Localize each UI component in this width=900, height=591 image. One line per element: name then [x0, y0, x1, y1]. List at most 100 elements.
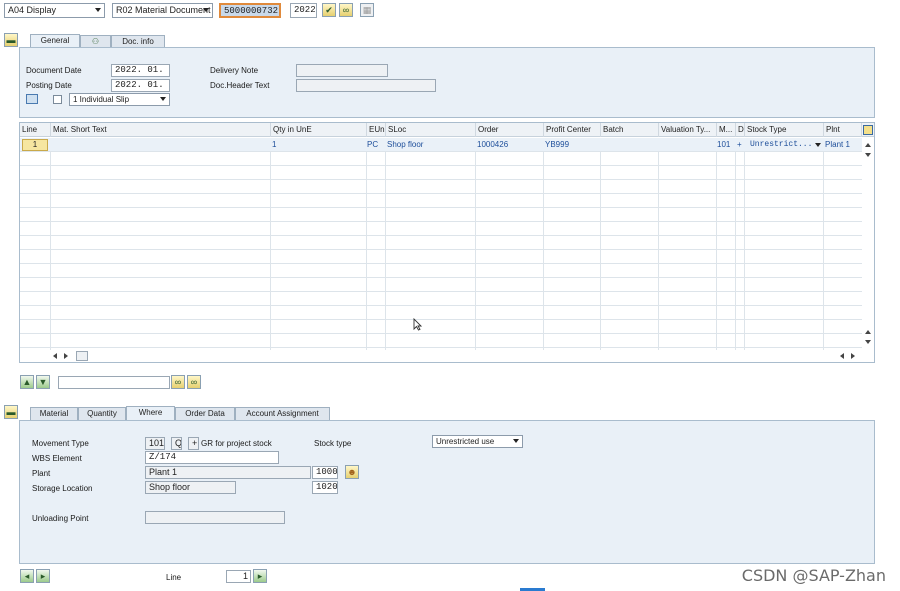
scroll-right-icon[interactable] [64, 353, 68, 359]
profit-center-cell: YB999 [545, 140, 570, 149]
binoculars-icon: ∞ [174, 377, 182, 387]
header-panel: Document Date 2022. 01. 24 Posting Date … [19, 47, 875, 118]
table-row [20, 278, 862, 292]
person-icon: ☻ [347, 467, 357, 477]
sort-descending-icon: ▼ [38, 377, 48, 387]
table-header: Line Mat. Short Text Qty in UnE EUn SLoc… [20, 123, 874, 137]
grid-search-input[interactable] [58, 376, 170, 389]
scroll-left-icon[interactable] [840, 353, 844, 359]
chevron-down-icon [160, 97, 166, 101]
sort-ascending-button[interactable]: ▲ [20, 375, 34, 389]
document-date-label: Document Date [26, 66, 82, 75]
reference-select[interactable]: R02 Material Document [112, 3, 213, 18]
stock-type-cell[interactable]: Unrestrict... [750, 138, 814, 152]
table-row[interactable]: 1 1 PC Shop floor 1000426 YB999 101 + Un… [20, 138, 862, 152]
posting-date-label: Posting Date [26, 81, 72, 90]
find-button[interactable]: ∞ [171, 375, 185, 389]
movement-sign-field[interactable]: + [188, 437, 199, 450]
vertical-scrollbar[interactable] [862, 138, 874, 350]
movement-indicator-field[interactable]: Q [171, 437, 182, 450]
column-line[interactable]: Line [20, 123, 51, 137]
print-checkbox[interactable] [53, 95, 62, 104]
delivery-note-field[interactable] [296, 64, 388, 77]
line-label: Line [166, 573, 182, 582]
scroll-up-icon[interactable] [865, 143, 871, 147]
line-input[interactable]: 1 [226, 570, 251, 583]
storage-location-code-field[interactable]: 1020 [312, 481, 338, 494]
document-date-field[interactable]: 2022. 01. 24 [111, 64, 170, 77]
qty-cell: 1 [272, 140, 277, 149]
go-to-line-button[interactable]: ▸ [253, 569, 267, 583]
table-settings-icon[interactable] [863, 125, 873, 135]
stock-type-label: Stock type [314, 439, 352, 448]
wbs-element-label: WBS Element [32, 454, 82, 463]
previous-item-button[interactable]: ◂ [20, 569, 34, 583]
chevron-down-icon [513, 439, 519, 443]
scroll-up-icon[interactable] [865, 330, 871, 334]
scroll-down-icon[interactable] [865, 340, 871, 344]
sort-descending-button[interactable]: ▼ [36, 375, 50, 389]
tab-material[interactable]: Material [30, 407, 78, 420]
column-movement[interactable]: M... [717, 123, 736, 137]
unloading-point-field[interactable] [145, 511, 285, 524]
doc-number-input[interactable]: 5000000732 [219, 3, 281, 18]
column-eun[interactable]: EUn [367, 123, 386, 137]
column-plant[interactable]: Plnt [824, 123, 862, 137]
plant-name-field[interactable]: Plant 1 [145, 466, 311, 479]
execute-button[interactable]: ✔ [322, 3, 336, 17]
find-button[interactable]: ∞ [339, 3, 353, 17]
storage-location-label: Storage Location [32, 484, 93, 493]
column-batch[interactable]: Batch [601, 123, 659, 137]
column-sloc[interactable]: SLoc [386, 123, 476, 137]
plant-code-field[interactable]: 1000 [312, 466, 338, 479]
posting-date-field[interactable]: 2022. 01. 24 [111, 79, 170, 92]
scroll-left-icon[interactable] [53, 353, 57, 359]
tab-where[interactable]: Where [126, 406, 175, 420]
column-profit-center[interactable]: Profit Center [544, 123, 601, 137]
table-row [20, 194, 862, 208]
doc-header-text-field[interactable] [296, 79, 436, 92]
tab-order-data[interactable]: Order Data [175, 407, 235, 420]
plant-address-button[interactable]: ☻ [345, 465, 359, 479]
table-row [20, 236, 862, 250]
table-row [20, 334, 862, 348]
column-debit-credit[interactable]: D [736, 123, 745, 137]
delivery-note-label: Delivery Note [210, 66, 259, 75]
plant-cell: Plant 1 [825, 140, 850, 149]
column-qty[interactable]: Qty in UnE [271, 123, 367, 137]
line-number-cell[interactable]: 1 [22, 139, 48, 151]
printer-icon[interactable] [26, 94, 38, 104]
storage-location-name-field[interactable]: Shop floor [145, 481, 236, 494]
tab-general[interactable]: General [30, 34, 80, 48]
stock-type-select[interactable]: Unrestricted use [432, 435, 523, 448]
wbs-element-field[interactable]: Z/174 [145, 451, 279, 464]
detail-panel: Movement Type 101 Q + GR for project sto… [19, 420, 875, 564]
year-input[interactable]: 2022 [290, 3, 317, 18]
debit-credit-cell: + [737, 140, 742, 149]
chevron-down-icon[interactable] [815, 143, 821, 147]
column-order[interactable]: Order [476, 123, 544, 137]
grid-button[interactable]: ▦ [360, 3, 374, 17]
collapse-detail-button[interactable]: ▬ [4, 405, 18, 419]
tab-account-assignment[interactable]: Account Assignment [235, 407, 330, 420]
column-stock-type[interactable]: Stock Type [745, 123, 824, 137]
chevron-down-icon [95, 8, 101, 12]
action-select[interactable]: A04 Display [4, 3, 105, 18]
next-icon: ▸ [40, 571, 46, 581]
collapse-header-button[interactable]: ▬ [4, 33, 18, 47]
folder-icon: ▬ [6, 35, 16, 45]
movement-type-cell: 101 [717, 140, 731, 149]
binoculars-icon: ∞ [342, 5, 350, 15]
print-version-select[interactable]: 1 Individual Slip [69, 93, 170, 106]
horizontal-scrollbar[interactable] [50, 350, 862, 362]
movement-type-field[interactable]: 101 [145, 437, 165, 450]
next-item-button[interactable]: ▸ [36, 569, 50, 583]
scroll-down-icon[interactable] [865, 153, 871, 157]
column-mat-short-text[interactable]: Mat. Short Text [51, 123, 271, 137]
find-next-button[interactable]: ∞ [187, 375, 201, 389]
tab-quantity[interactable]: Quantity [78, 407, 126, 420]
scroll-thumb[interactable] [76, 351, 88, 361]
scroll-right-icon[interactable] [851, 353, 855, 359]
column-valuation-type[interactable]: Valuation Ty... [659, 123, 717, 137]
sloc-cell: Shop floor [387, 140, 424, 149]
